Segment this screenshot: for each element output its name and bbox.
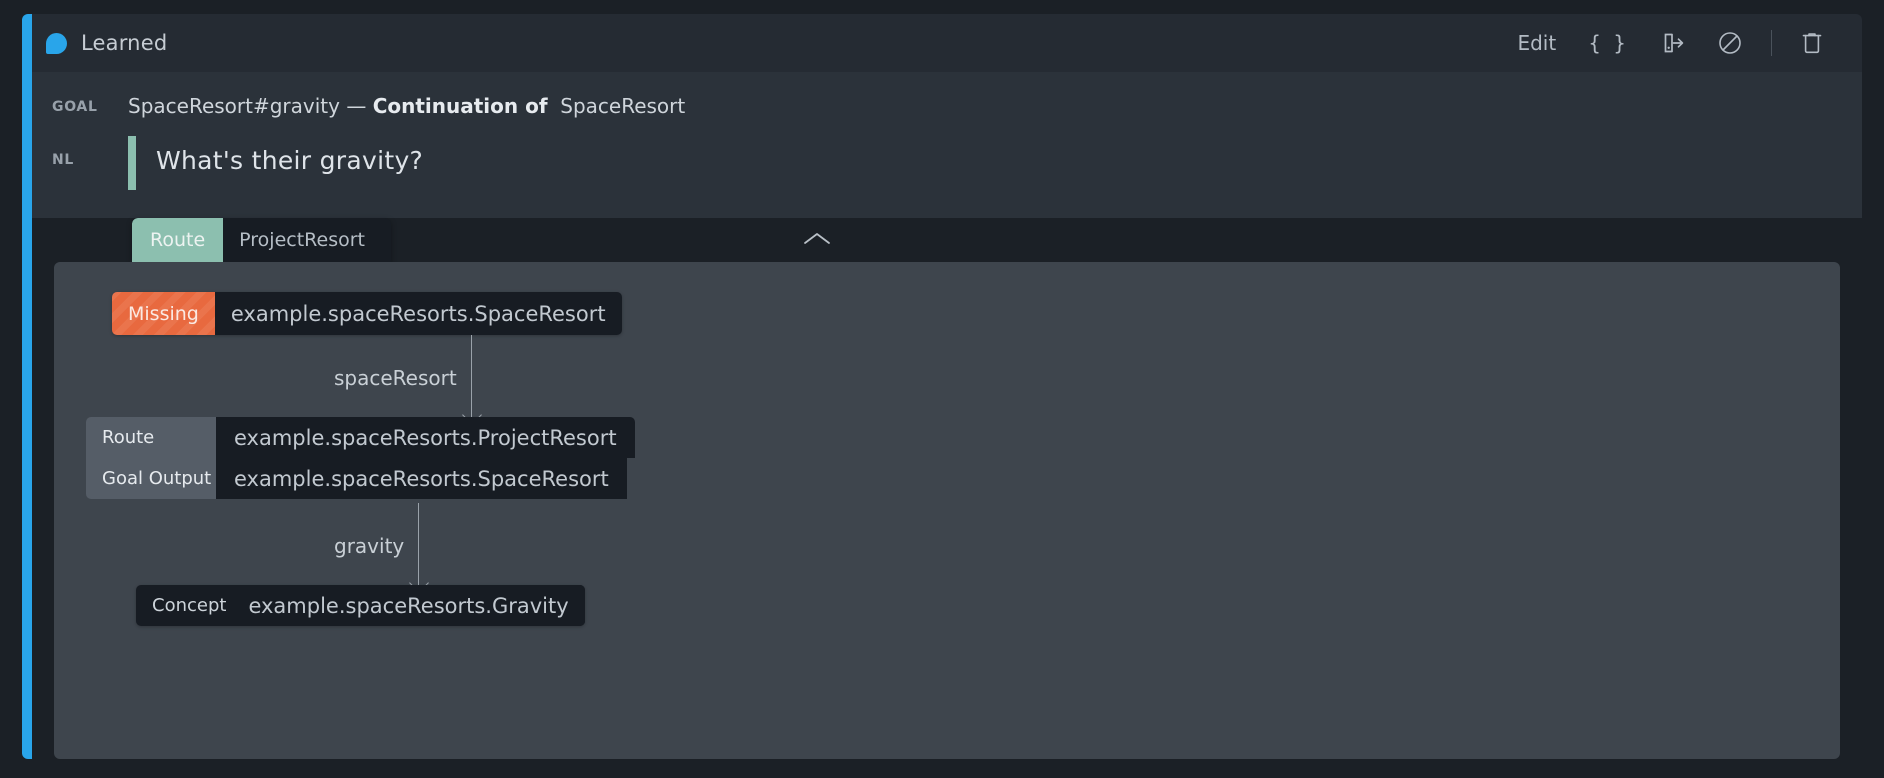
tab-route-projectresort[interactable]: Route ProjectResort [132, 218, 391, 262]
graph-edge-spaceresort: spaceResort [334, 335, 472, 421]
ban-icon [1717, 30, 1743, 56]
chevron-up-icon [802, 230, 832, 252]
edit-button-label: Edit [1517, 31, 1557, 55]
goal-text: SpaceResort#gravity — Continuation of Sp… [128, 94, 685, 118]
table-row: Route example.spaceResorts.ProjectResort [86, 417, 635, 458]
arrow-shaft-2 [418, 503, 420, 589]
goal-row: GOAL SpaceResort#gravity — Continuation … [32, 72, 1862, 126]
meta-section: GOAL SpaceResort#gravity — Continuation … [32, 72, 1862, 218]
graph-edge-gravity: gravity [334, 503, 420, 589]
edge-arrow-2: gravity [334, 503, 420, 589]
goal-output-value: example.spaceResorts.SpaceResort [216, 458, 627, 499]
nl-row: NL What's their gravity? [32, 126, 1862, 218]
goal-label: GOAL [52, 99, 98, 115]
route-table-chip[interactable]: Route example.spaceResorts.ProjectResort… [86, 417, 635, 499]
page-title: Learned [81, 31, 168, 55]
goal-output-key: Goal Output [86, 458, 216, 499]
braces-icon: { } [1588, 31, 1629, 55]
edge-arrow-1: spaceResort [334, 335, 472, 421]
concept-label: Concept [152, 595, 227, 616]
card-header: Learned Edit { } [32, 14, 1862, 72]
route-graph: Missing example.spaceResorts.SpaceResort… [54, 262, 1840, 759]
nl-text: What's their gravity? [156, 146, 424, 175]
graph-node-concept[interactable]: Concept example.spaceResorts.Gravity [136, 585, 585, 626]
learned-dot-icon [46, 32, 67, 54]
goal-object: SpaceResort [560, 94, 686, 118]
graph-node-route[interactable]: Route example.spaceResorts.ProjectResort… [86, 417, 635, 503]
edit-button[interactable]: Edit [1501, 25, 1572, 61]
table-row: Goal Output example.spaceResorts.SpaceRe… [86, 458, 635, 499]
export-icon [1661, 31, 1685, 55]
export-button[interactable] [1645, 23, 1701, 63]
nl-quote-bar [128, 136, 136, 190]
arrow-shaft-1 [470, 335, 472, 421]
missing-chip-value: example.spaceResorts.SpaceResort [214, 292, 622, 335]
tab-strip: Route ProjectResort [32, 218, 1862, 262]
disable-button[interactable] [1701, 22, 1759, 64]
header-left: Learned [46, 31, 167, 55]
goal-space-2 [548, 94, 561, 118]
edge-label-spaceresort: spaceResort [334, 366, 457, 390]
nl-label: NL [52, 152, 75, 168]
json-button[interactable]: { } [1572, 25, 1645, 61]
collapse-toggle[interactable] [794, 226, 840, 256]
goal-relation: Continuation of [372, 94, 548, 118]
concept-chip[interactable]: Concept example.spaceResorts.Gravity [136, 585, 585, 626]
status-badge: Missing [112, 292, 215, 335]
app-root: Learned Edit { } GOAL SpaceResort#gravit… [0, 0, 1884, 778]
tab-name-label: ProjectResort [239, 229, 365, 251]
graph-panel-wrapper: Missing example.spaceResorts.SpaceResort… [32, 262, 1862, 759]
missing-chip[interactable]: Missing example.spaceResorts.SpaceResort [112, 292, 622, 335]
header-divider [1771, 30, 1772, 56]
learned-card: Learned Edit { } GOAL SpaceResort#gravit… [22, 14, 1862, 759]
graph-node-missing[interactable]: Missing example.spaceResorts.SpaceResort [112, 292, 622, 335]
card-body: Learned Edit { } GOAL SpaceResort#gravit… [32, 14, 1862, 759]
trash-icon [1800, 30, 1824, 56]
route-value: example.spaceResorts.ProjectResort [216, 417, 635, 458]
concept-value: example.spaceResorts.Gravity [232, 585, 585, 626]
delete-button[interactable] [1784, 22, 1840, 64]
tab-kind-label: Route [132, 218, 224, 262]
card-accent-bar [22, 14, 32, 759]
edge-label-gravity: gravity [334, 534, 405, 558]
goal-subject: SpaceResort#gravity [128, 94, 340, 118]
header-actions: Edit { } [1501, 22, 1840, 64]
goal-dash: — [346, 94, 367, 118]
route-key: Route [86, 417, 216, 458]
